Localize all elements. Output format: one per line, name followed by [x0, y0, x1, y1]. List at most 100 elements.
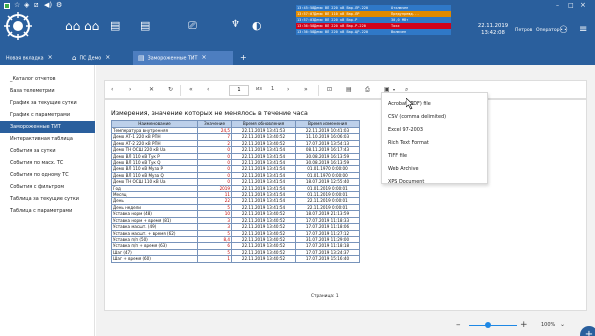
- sidebar-item-param-table[interactable]: Таблица с параметрами: [0, 205, 95, 217]
- column-header: Время изменения: [295, 120, 360, 128]
- app-window: ☆ ◈ ⧄ ◀) ⚙ – □ × ⌂⌂ ⌂⌂ ▤ ▤ ⎚ ♆ ◐ 13:45:5…: [0, 0, 595, 336]
- wrench-icon[interactable]: ♆: [231, 20, 240, 30]
- cell-name: Шаг + время (60): [111, 255, 198, 263]
- zoom-slider-handle[interactable]: [485, 322, 491, 328]
- sidebar-item-param-chart[interactable]: График с параметрами: [0, 109, 95, 121]
- menu-item-xps[interactable]: XPS Document: [382, 176, 487, 189]
- tab-bar: Новая вкладка × ⌂ ПС Демо × ▤ Замороженные Т…: [0, 51, 595, 65]
- zoom-in-button[interactable]: +: [520, 320, 528, 330]
- tab-close-icon[interactable]: ×: [48, 54, 53, 61]
- menu-item-csv[interactable]: CSV (comma delimited): [382, 111, 487, 124]
- report-catalog-sidebar: _Каталог отчетов База телеметрии График …: [0, 65, 95, 336]
- zoom-value: 100%: [541, 322, 556, 328]
- report-table: Наименование Значение Время обновления В…: [111, 120, 360, 263]
- sidebar-item-daily-table[interactable]: Таблица за текущие сутки: [0, 193, 95, 205]
- menu-item-web-archive[interactable]: Web Archive: [382, 163, 487, 176]
- sidebar-item-frozen-tit[interactable]: Замороженные ТИТ: [0, 121, 95, 133]
- add-tab-button[interactable]: +: [240, 53, 247, 62]
- tab-ps-demo[interactable]: ⌂ ПС Демо ×: [72, 51, 128, 65]
- zoom-fit-icon[interactable]: ⊡: [327, 87, 332, 93]
- menu-item-tiff[interactable]: TIFF file: [382, 150, 487, 163]
- tab-new[interactable]: Новая вкладка ×: [6, 51, 66, 65]
- sidebar-item-telemetry-db[interactable]: База телеметрии: [0, 85, 95, 97]
- page-of-label: из: [256, 86, 262, 92]
- export-menu: Acrobat (PDF) file CSV (comma delimited)…: [381, 92, 488, 185]
- report-toolbar: ‹ › ✕ ↻ « ‹ 1 из 1 › » ⊡ ▤ ⎙ ▣ ▾ ⌕: [104, 80, 587, 99]
- sidebar-item-mask-events[interactable]: События по масх. ТС: [0, 157, 95, 169]
- app-icon: [4, 3, 10, 9]
- user-name: Петров: [515, 28, 533, 33]
- report-icon[interactable]: ▤: [140, 20, 150, 31]
- layers-icon[interactable]: ◈: [24, 2, 29, 9]
- contrast-icon[interactable]: ◐: [252, 20, 262, 31]
- table-body: Температура внутренняя 24,5 22.11.2019 13:…: [111, 126, 360, 263]
- column-header: Значение: [197, 120, 232, 128]
- sidebar-item-daily-chart[interactable]: График за текущие сутки: [0, 97, 95, 109]
- monitor-icon[interactable]: ⎚: [188, 20, 197, 31]
- tab-close-icon[interactable]: ×: [105, 54, 110, 61]
- chevron-down-icon[interactable]: ⌄: [560, 321, 565, 328]
- next-page-icon[interactable]: ›: [287, 87, 289, 93]
- tab-label: ПС Демо: [79, 56, 102, 62]
- divider: [180, 85, 181, 96]
- report-title: Измерения, значение которых не менялось …: [111, 110, 308, 117]
- chevron-left-icon[interactable]: ‹: [111, 87, 113, 93]
- alarm-row[interactable]: 13:36:58Демо ВЛ 220 кВ Вар-ЦР-220 Включен: [296, 29, 451, 35]
- print-icon[interactable]: ⎙: [365, 87, 370, 93]
- document-icon[interactable]: ▤: [110, 20, 120, 31]
- minimize-button[interactable]: –: [556, 3, 559, 9]
- close-button[interactable]: ×: [580, 2, 586, 9]
- sound-icon[interactable]: ◀): [44, 2, 52, 9]
- menu-icon[interactable]: ≡: [579, 24, 587, 35]
- divider: [318, 85, 319, 96]
- prev-page-icon[interactable]: ‹: [207, 87, 209, 93]
- top-bar: ☆ ◈ ⧄ ◀) ⚙ – □ × ⌂⌂ ⌂⌂ ▤ ▤ ⎚ ♆ ◐ 13:45:5…: [0, 0, 595, 51]
- add-button[interactable]: +: [580, 326, 595, 336]
- logo-icon: [4, 12, 32, 40]
- cell-update-time: 22.11.2019 13:40:52: [231, 255, 296, 263]
- maximize-button[interactable]: □: [568, 3, 574, 9]
- first-page-icon[interactable]: «: [189, 87, 193, 93]
- total-pages: 1: [271, 86, 275, 92]
- chart-icon[interactable]: ⧄: [34, 2, 38, 9]
- menu-item-excel[interactable]: Excel 97-2003: [382, 124, 487, 137]
- star-icon[interactable]: ☆: [14, 2, 20, 9]
- sidebar-item-interactive-table[interactable]: Интерактивная таблица: [0, 133, 95, 145]
- menu-item-rtf[interactable]: Rich Text Format: [382, 137, 487, 150]
- column-header: Наименование: [111, 120, 198, 128]
- zoom-out-button[interactable]: –: [456, 320, 461, 330]
- tab-label: Замороженные ТИТ: [147, 56, 198, 62]
- time-text: 13:42:08: [481, 29, 505, 36]
- substation-demo-icon[interactable]: ⌂⌂: [84, 20, 99, 32]
- cell-change-time: 17.07.2019 15:16:40: [295, 255, 360, 263]
- user-icon[interactable]: ⚇: [559, 25, 568, 36]
- alarm-panel[interactable]: 13:45:58Демо ВЛ 220 кВ Вар-ЛР-220 Отключе…: [296, 5, 451, 36]
- date-text: 22.11.2019: [477, 23, 509, 29]
- zoom-slider[interactable]: [469, 325, 517, 326]
- table-row: Шаг + время (60) 1 22.11.2019 13:40:52 17.0…: [111, 255, 360, 263]
- column-header: Время обновления: [231, 120, 296, 128]
- last-page-icon[interactable]: »: [304, 87, 308, 93]
- sidebar-item-single-ts-events[interactable]: События по одному ТС: [0, 169, 95, 181]
- clock: 22.11.2019 13:42:08: [474, 23, 512, 36]
- page-number-input[interactable]: 1: [229, 85, 249, 96]
- page-setup-icon[interactable]: ▤: [346, 87, 352, 93]
- cell-value: 1: [197, 255, 232, 263]
- sidebar-item-catalog[interactable]: _Каталог отчетов: [0, 73, 95, 85]
- tab-frozen-tit[interactable]: ▤ Замороженные ТИТ ×: [133, 51, 233, 65]
- substation-icon: ⌂: [72, 54, 77, 62]
- user-role: Оператор: [536, 28, 560, 33]
- sidebar-item-daily-events[interactable]: События за сутки: [0, 145, 95, 157]
- refresh-icon[interactable]: ↻: [168, 87, 173, 93]
- tab-close-icon[interactable]: ×: [201, 54, 206, 61]
- tab-label: Новая вкладка: [6, 56, 44, 62]
- close-icon[interactable]: ✕: [149, 87, 154, 93]
- settings-icon[interactable]: ⚙: [56, 2, 62, 9]
- substation-icon[interactable]: ⌂⌂: [65, 20, 80, 32]
- report-viewer-area: ‹ › ✕ ↻ « ‹ 1 из 1 › » ⊡ ▤ ⎙ ▣ ▾ ⌕ Измер…: [96, 65, 595, 336]
- menu-item-pdf[interactable]: Acrobat (PDF) file: [382, 98, 487, 111]
- chevron-right-icon[interactable]: ›: [129, 87, 131, 93]
- page-footer: Страница: 1: [311, 294, 339, 299]
- mouse-cursor-icon: [406, 98, 414, 110]
- sidebar-item-filter-events[interactable]: События с фильтром: [0, 181, 95, 193]
